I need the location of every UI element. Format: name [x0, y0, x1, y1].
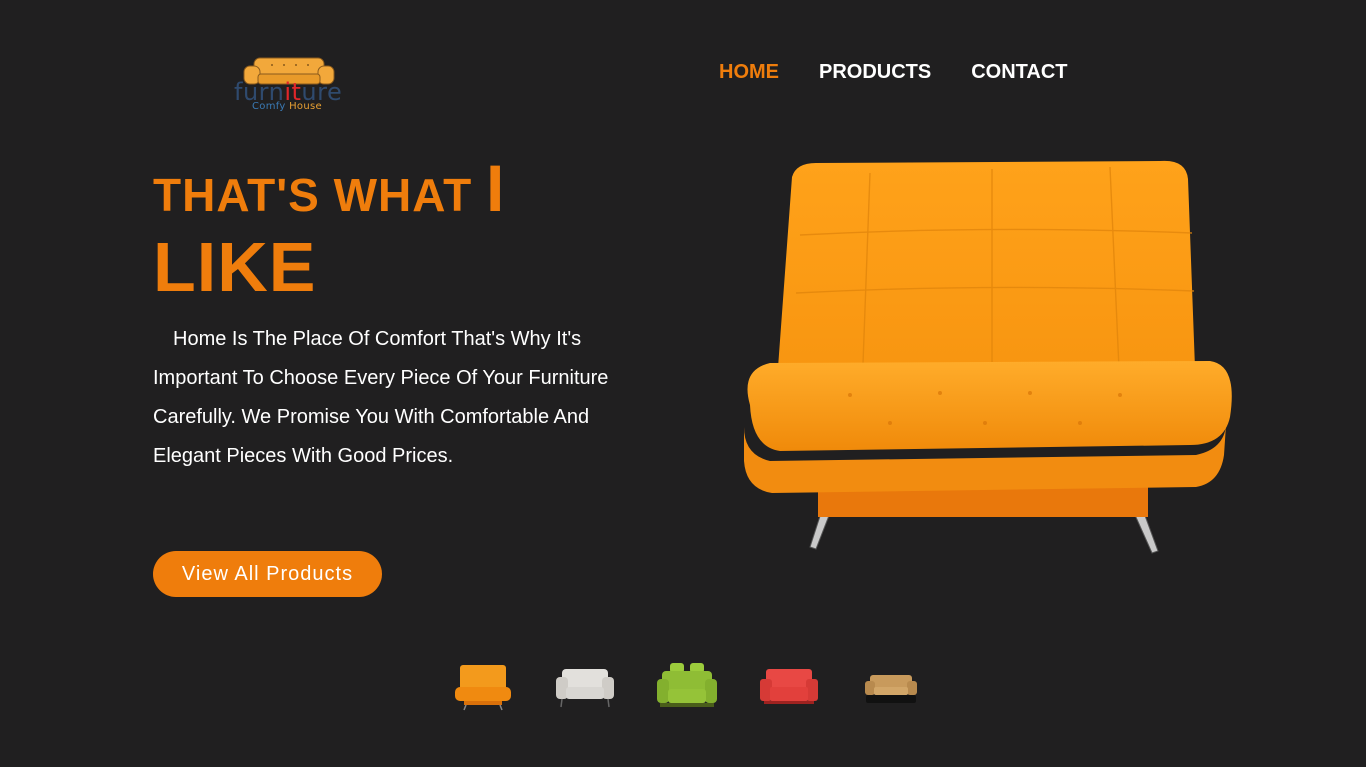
hero-title: THAT'S WHAT I LIKE	[153, 152, 505, 303]
red-sofa-thumb-icon	[760, 669, 818, 704]
logo-tagline: Comfy House	[252, 101, 322, 112]
tan-sofa-thumb-icon	[865, 675, 917, 703]
view-all-products-button[interactable]: View All Products	[153, 551, 382, 597]
grey-sofa-thumb[interactable]	[554, 658, 616, 714]
nav-products-link[interactable]: PRODUCTS	[819, 60, 931, 84]
orange-sofa-thumb-icon	[455, 665, 511, 711]
tan-sofa-thumb[interactable]	[860, 658, 922, 714]
grey-sofa-thumb-icon	[556, 669, 614, 708]
hero-title-line1: THAT'S WHAT	[153, 169, 486, 221]
red-sofa-thumb[interactable]	[758, 658, 820, 714]
hero-description: Home Is The Place Of Comfort That's Why …	[153, 328, 609, 467]
logo[interactable]: furniture Comfy House	[232, 54, 344, 116]
green-sofa-thumb[interactable]	[656, 658, 718, 714]
main-nav: HOME PRODUCTS CONTACT	[719, 60, 1068, 84]
orange-sofa-thumb[interactable]	[452, 658, 514, 714]
hero-title-line2: LIKE	[153, 228, 317, 306]
nav-contact-link[interactable]: CONTACT	[971, 60, 1067, 84]
orange-sofa-image	[744, 160, 1232, 554]
hero-title-i: I	[485, 151, 506, 225]
nav-home-link[interactable]: HOME	[719, 60, 779, 84]
product-thumbnails	[452, 658, 922, 714]
green-sofa-thumb-icon	[657, 663, 717, 707]
